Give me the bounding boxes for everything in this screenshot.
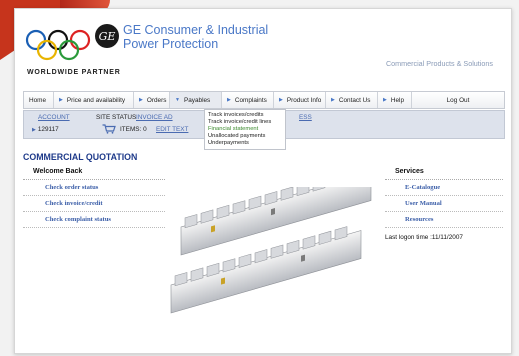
nav-help-label: Help bbox=[390, 96, 405, 104]
chevron-right-icon: ▶ bbox=[139, 97, 143, 103]
user-manual-link[interactable]: User Manual bbox=[385, 196, 503, 212]
worldwide-partner-label: WORLDWIDE PARTNER bbox=[27, 69, 121, 76]
nav-complaints-label: Complaints bbox=[234, 96, 267, 104]
chevron-right-icon: ▶ bbox=[383, 97, 387, 103]
services-panel: Services E-Catalogue User Manual Resourc… bbox=[385, 165, 503, 228]
invoice-address-link[interactable]: INVOICE AD bbox=[136, 114, 173, 121]
nav-price-label: Price and availability bbox=[66, 96, 126, 104]
resources-link[interactable]: Resources bbox=[385, 212, 503, 228]
chevron-right-icon: ▶ bbox=[279, 97, 283, 103]
welcome-panel: Welcome Back Check order status Check in… bbox=[23, 165, 165, 228]
account-number-value: 129117 bbox=[37, 126, 59, 133]
main-nav: Home ▶ Price and availability ▶ Orders ▼… bbox=[23, 91, 505, 109]
nav-home[interactable]: Home bbox=[24, 92, 54, 108]
menu-item-underpayments[interactable]: Underpayments bbox=[208, 140, 282, 147]
nav-home-label: Home bbox=[29, 96, 47, 104]
page-title: COMMERCIAL QUOTATION bbox=[23, 152, 138, 162]
nav-contact-us[interactable]: ▶ Contact Us bbox=[326, 92, 378, 108]
cart-icon[interactable] bbox=[102, 124, 116, 134]
chevron-right-icon: ▶ bbox=[59, 97, 63, 103]
chevron-down-icon: ▼ bbox=[175, 97, 180, 103]
cart-items-count: ITEMS: 0 bbox=[120, 126, 147, 133]
nav-product-info[interactable]: ▶ Product Info bbox=[274, 92, 326, 108]
tagline: Commercial Products & Solutions bbox=[385, 59, 493, 68]
e-catalogue-link[interactable]: E-Catalogue bbox=[385, 180, 503, 196]
brand-line-2: Power Protection bbox=[123, 37, 219, 51]
site-header: WORLDWIDE PARTNER GE GE Consumer & Indus… bbox=[15, 9, 511, 87]
nav-payables[interactable]: ▼ Payables bbox=[170, 92, 222, 108]
nav-help[interactable]: ▶ Help bbox=[378, 92, 412, 108]
last-logon-time: Last logon time :11/11/2007 bbox=[385, 234, 463, 241]
nav-logout-label: Log Out bbox=[446, 96, 470, 104]
welcome-heading: Welcome Back bbox=[23, 165, 165, 180]
nav-payables-label: Payables bbox=[183, 96, 211, 104]
check-complaint-status-link[interactable]: Check complaint status bbox=[23, 212, 165, 228]
olympic-rings-logo bbox=[25, 29, 91, 61]
services-heading: Services bbox=[385, 165, 503, 180]
check-order-status-link[interactable]: Check order status bbox=[23, 180, 165, 196]
payables-dropdown: Track invoices/credits Track invoice/cre… bbox=[204, 109, 286, 150]
nav-complaints[interactable]: ▶ Complaints bbox=[222, 92, 274, 108]
brand-line-1: GE Consumer & Industrial bbox=[123, 23, 269, 37]
menu-item-track-invoices[interactable]: Track invoices/credits bbox=[208, 112, 282, 119]
nav-price-availability[interactable]: ▶ Price and availability bbox=[54, 92, 134, 108]
check-invoice-credit-link[interactable]: Check invoice/credit bbox=[23, 196, 165, 212]
menu-item-unallocated-payments[interactable]: Unallocated payments bbox=[208, 133, 282, 140]
account-link[interactable]: ACCOUNT bbox=[38, 114, 70, 121]
ge-logo: GE bbox=[95, 24, 119, 48]
triangle-right-icon: ▶ bbox=[32, 127, 36, 133]
edit-text-link[interactable]: EDIT TEXT bbox=[156, 126, 188, 133]
account-number: ▶ 129117 bbox=[32, 126, 59, 133]
nav-contact-label: Contact Us bbox=[338, 96, 371, 104]
site-status-label: SITE STATUS bbox=[96, 114, 137, 121]
chevron-right-icon: ▶ bbox=[331, 97, 335, 103]
nav-orders-label: Orders bbox=[146, 96, 167, 104]
nav-logout[interactable]: Log Out bbox=[412, 92, 504, 108]
nav-product-label: Product Info bbox=[286, 96, 322, 104]
circuit-breakers-image bbox=[170, 187, 372, 314]
page-frame: WORLDWIDE PARTNER GE GE Consumer & Indus… bbox=[14, 8, 512, 354]
nav-orders[interactable]: ▶ Orders bbox=[134, 92, 170, 108]
menu-item-track-invoice-lines[interactable]: Track invoice/credit lines bbox=[208, 119, 282, 126]
chevron-right-icon: ▶ bbox=[227, 97, 231, 103]
menu-item-financial-statement[interactable]: Financial statement bbox=[208, 126, 282, 133]
address-link-tail[interactable]: ESS bbox=[299, 114, 312, 121]
